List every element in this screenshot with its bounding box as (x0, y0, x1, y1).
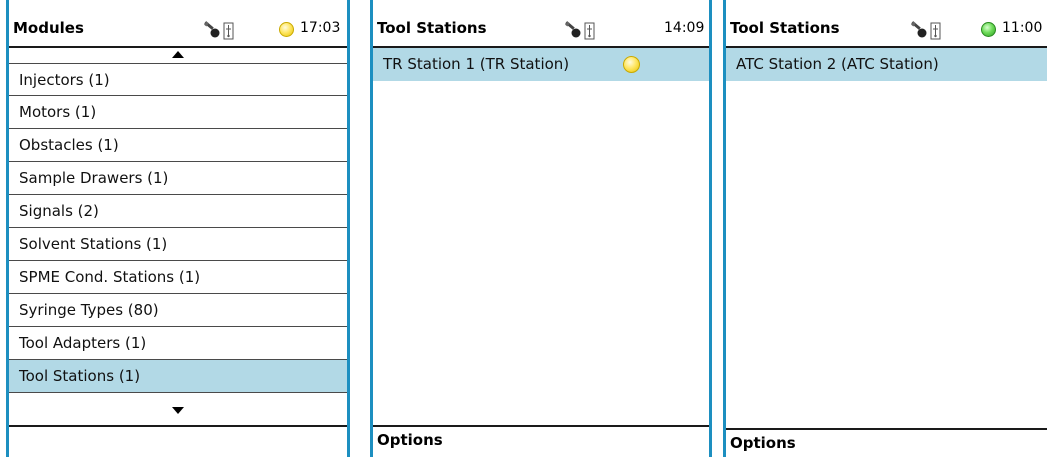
usb-icon (584, 22, 595, 40)
title-bar-icons (563, 21, 599, 41)
list-item[interactable]: Syringe Types (80) (9, 294, 347, 327)
list-item-label: TR Station 1 (TR Station) (383, 55, 570, 73)
list-item-label: SPME Cond. Stations (1) (19, 268, 201, 286)
list-item[interactable]: Obstacles (1) (9, 129, 347, 162)
list-item-label: Syringe Types (80) (19, 301, 159, 319)
list-item[interactable]: Sample Drawers (1) (9, 162, 347, 195)
list-item-label: Signals (2) (19, 202, 99, 220)
list-item[interactable]: Signals (2) (9, 195, 347, 228)
list-item-label: Obstacles (1) (19, 136, 119, 154)
list-item[interactable]: SPME Cond. Stations (1) (9, 261, 347, 294)
list-item-label: Sample Drawers (1) (19, 169, 169, 187)
list-item[interactable]: Tool Adapters (1) (9, 327, 347, 360)
list-item-label: Tool Stations (1) (19, 367, 141, 385)
key-icon (565, 21, 581, 38)
title-bar: Tool Stations 11:00 (726, 10, 1047, 48)
list-item-label: Motors (1) (19, 103, 97, 121)
title-bar-icons (909, 21, 945, 41)
scroll-down-button[interactable] (9, 403, 347, 427)
options-label: Options (377, 431, 443, 449)
clock-time: 17:03 (300, 20, 341, 36)
list-item[interactable]: Motors (1) (9, 96, 347, 129)
scroll-down-arrow-icon (172, 407, 184, 414)
tool-stations-panel: Tool Stations 11:00 ATC Station 2 (ATC S… (723, 0, 1047, 457)
clock-time: 14:09 (664, 20, 705, 36)
status-light-icon (623, 56, 640, 73)
page-title: Modules (13, 19, 84, 37)
status-light-icon (279, 22, 294, 37)
usb-icon (930, 22, 941, 40)
scroll-up-arrow-icon (172, 51, 184, 58)
tool-stations-list: TR Station 1 (TR Station) (373, 48, 709, 81)
list-item-selected[interactable]: Tool Stations (1) (9, 360, 347, 393)
usb-icon (223, 22, 234, 40)
page-title: Tool Stations (377, 19, 487, 37)
scroll-up-button[interactable] (9, 47, 347, 63)
list-item-label: Tool Adapters (1) (19, 334, 147, 352)
options-softkey[interactable]: Options (373, 425, 709, 467)
page-title: Tool Stations (730, 19, 840, 37)
list-item-selected[interactable]: TR Station 1 (TR Station) (373, 48, 709, 81)
list-item-label: ATC Station 2 (ATC Station) (736, 55, 939, 73)
title-bar: Tool Stations 14:09 (373, 10, 709, 48)
clock-time: 11:00 (1002, 20, 1043, 36)
options-softkey[interactable]: Options (726, 428, 1047, 470)
list-item[interactable]: Injectors (1) (9, 63, 347, 96)
tool-stations-panel: Tool Stations 14:09 TR Station 1 (TR Sta… (370, 0, 712, 457)
list-item-selected[interactable]: ATC Station 2 (ATC Station) (726, 48, 1047, 81)
list-item-label: Injectors (1) (19, 71, 110, 89)
key-icon (204, 21, 220, 38)
title-bar: Modules 17:03 (9, 10, 347, 48)
key-icon (911, 21, 927, 38)
options-label: Options (730, 434, 796, 452)
status-light-icon (981, 22, 996, 37)
list-item[interactable]: Solvent Stations (1) (9, 228, 347, 261)
modules-panel: Modules 17:03 Injectors (1) Motors (1) O… (6, 0, 350, 457)
list-item-label: Solvent Stations (1) (19, 235, 168, 253)
modules-list: Injectors (1) Motors (1) Obstacles (1) S… (9, 63, 347, 393)
title-bar-icons (202, 21, 238, 41)
tool-stations-list: ATC Station 2 (ATC Station) (726, 48, 1047, 81)
